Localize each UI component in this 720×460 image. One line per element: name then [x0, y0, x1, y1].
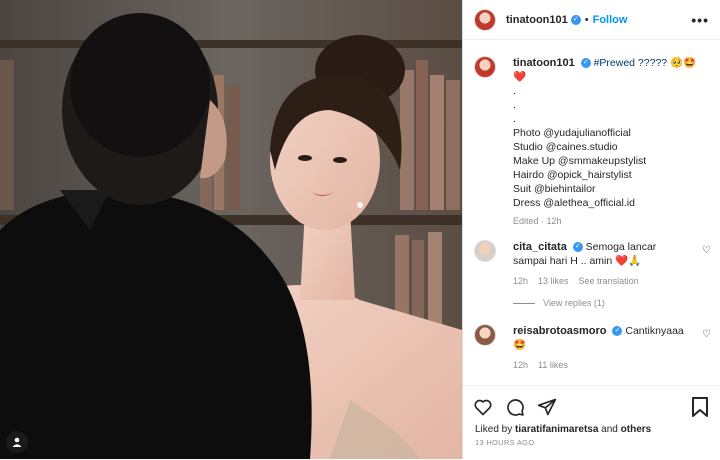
caption-dot: . — [513, 99, 516, 111]
verified-badge-icon: ✓ — [570, 14, 581, 25]
commenter-username[interactable]: cita_citata — [513, 241, 567, 253]
action-icons — [473, 397, 557, 417]
comment-likes[interactable]: 11 likes — [538, 358, 568, 372]
comment-time: 12h — [513, 360, 529, 370]
caption-avatar[interactable] — [474, 56, 496, 78]
caption-hashtag[interactable]: #Prewed ????? 🥺🤩 — [594, 57, 697, 69]
caption-credit-dress: Dress @alethea_official.id — [513, 197, 635, 209]
post-header: tinatoon101 ✓ • Follow ••• — [463, 0, 720, 40]
verified-badge-icon: ✓ — [572, 242, 583, 253]
like-heart-icon[interactable] — [473, 397, 493, 417]
verified-badge-icon: ✓ — [612, 326, 623, 337]
caption-dot: . — [513, 113, 516, 125]
like-comment-icon[interactable]: ♡ — [702, 329, 711, 340]
save-bookmark-icon[interactable] — [691, 397, 709, 417]
caption-heart: ❤️ — [513, 71, 527, 83]
commenter-username[interactable]: reisabrotoasmoro — [513, 325, 607, 337]
comment-time: 12h — [513, 276, 529, 286]
caption-meta: Edited · 12h — [513, 216, 562, 226]
liked-by-user[interactable]: tiaratifanimaretsa — [515, 424, 598, 435]
view-replies-button[interactable]: View replies (1) — [513, 298, 720, 308]
comment-item: reisabrotoasmoro ✓ Cantiknyaaa 🤩 12h 11 … — [463, 324, 720, 372]
comment-body: cita_citata ✓ Semoga lancar sampai hari … — [513, 240, 693, 288]
share-paper-plane-icon[interactable] — [537, 397, 557, 417]
see-translation-link[interactable]: See translation — [579, 274, 639, 288]
post-timestamp: 13 HOURS AGO — [475, 438, 535, 447]
post-actions: Liked by tiaratifanimaretsa and others 1… — [463, 385, 720, 460]
caption-credit-suit: Suit @biehintailor — [513, 183, 596, 195]
caption-username[interactable]: tinatoon101 — [513, 57, 575, 69]
caption-credit-photo: Photo @yudajulianofficial — [513, 127, 631, 139]
caption-body: tinatoon101 ✓ #Prewed ????? 🥺🤩 ❤️ . . . … — [513, 56, 696, 228]
liked-by-prefix: Liked by — [475, 424, 516, 435]
follow-button[interactable]: Follow — [593, 14, 628, 26]
caption-credit-hairdo: Hairdo @opick_hairstylist — [513, 169, 632, 181]
commenter-avatar[interactable] — [474, 240, 496, 262]
post-photo[interactable] — [0, 0, 462, 459]
verified-badge-icon: ✓ — [580, 58, 591, 69]
comment-item: cita_citata ✓ Semoga lancar sampai hari … — [463, 240, 720, 288]
comment-likes[interactable]: 13 likes — [538, 274, 569, 288]
author-avatar[interactable] — [474, 8, 496, 31]
separator-dot: • — [584, 13, 589, 26]
replies-line — [513, 302, 535, 304]
more-options-icon[interactable]: ••• — [691, 12, 709, 28]
post-side-panel: tinatoon101 ✓ • Follow ••• tinatoon101 ✓… — [462, 0, 720, 459]
like-comment-icon[interactable]: ♡ — [702, 245, 711, 256]
liked-by-summary: Liked by tiaratifanimaretsa and others — [475, 424, 651, 435]
caption-credit-studio: Studio @caines.studio — [513, 141, 618, 153]
photo-illustration — [0, 0, 462, 459]
caption: tinatoon101 ✓ #Prewed ????? 🥺🤩 ❤️ . . . … — [463, 41, 720, 228]
comments-section[interactable]: tinatoon101 ✓ #Prewed ????? 🥺🤩 ❤️ . . . … — [463, 41, 720, 381]
comment-meta: 12h 11 likes — [513, 358, 693, 372]
author-username[interactable]: tinatoon101 — [506, 14, 568, 26]
comment-meta: 12h 13 likes See translation — [513, 274, 693, 288]
comment-icon[interactable] — [505, 397, 525, 417]
caption-dot: . — [513, 85, 516, 97]
user-tag-icon[interactable] — [6, 431, 28, 453]
comment-body: reisabrotoasmoro ✓ Cantiknyaaa 🤩 12h 11 … — [513, 324, 693, 372]
liked-by-suffix: and — [598, 424, 621, 435]
liked-by-others[interactable]: others — [621, 424, 652, 435]
commenter-avatar[interactable] — [474, 324, 496, 346]
view-replies-label: View replies (1) — [543, 298, 605, 308]
caption-credit-makeup: Make Up @smmakeupstylist — [513, 155, 647, 167]
